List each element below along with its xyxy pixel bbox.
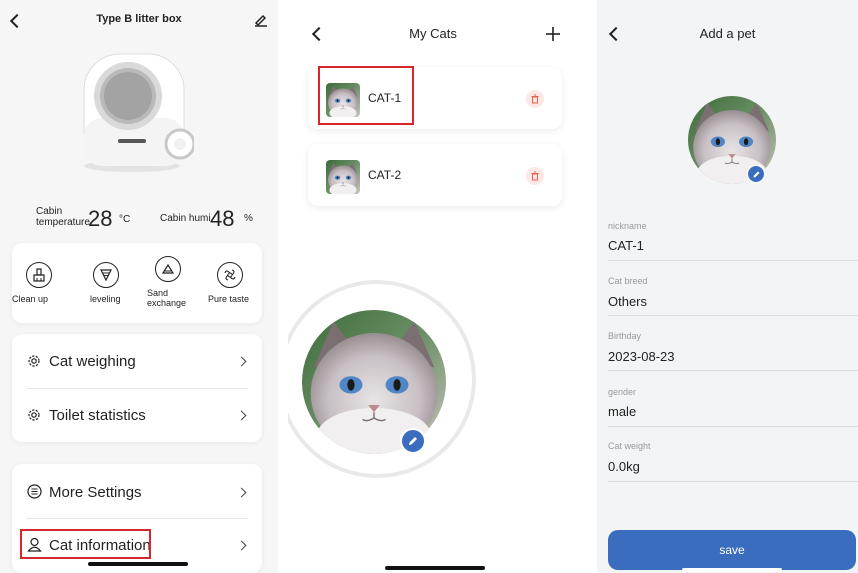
sand-exchange-icon [155, 256, 181, 282]
cat-weighing-row[interactable]: Cat weighing [12, 334, 262, 388]
quick-actions-card: Clean up leveling Sand exchange Pure tas… [12, 243, 262, 323]
save-button[interactable]: save [608, 530, 856, 570]
chevron-right-icon [236, 356, 247, 367]
my-cats-screen: My Cats CAT-1 CAT-2 [288, 0, 578, 573]
toilet-statistics-label: Toilet statistics [49, 407, 146, 424]
cat-weight-label: Cat weight [608, 441, 651, 451]
cat-breed-label: Cat breed [608, 276, 648, 286]
gender-field[interactable]: male [608, 404, 636, 419]
trash-icon [531, 171, 539, 181]
add-pet-screen: Add a pet nickname CAT-1 Cat breed Other… [597, 0, 858, 573]
highlight-box [318, 66, 414, 125]
device-screen: Type B litter box Cabin temperature 28 °… [0, 0, 278, 573]
edit-icon[interactable] [254, 13, 268, 27]
cat-weight-field[interactable]: 0.0kg [608, 459, 640, 474]
delete-button[interactable] [526, 90, 544, 108]
cat-breed-field[interactable]: Others [608, 294, 647, 309]
nickname-label: nickname [608, 221, 647, 231]
divider [608, 426, 858, 427]
pencil-icon [409, 437, 417, 445]
humidity-value: 48 [210, 206, 235, 231]
list-icon [27, 484, 42, 499]
edit-avatar-button[interactable] [400, 428, 426, 454]
more-settings-row[interactable]: More Settings [12, 464, 262, 518]
toilet-statistics-row[interactable]: Toilet statistics [12, 388, 262, 442]
sand-exchange-label: Sand exchange [147, 288, 187, 308]
pet-form: nickname CAT-1 Cat breed Others Birthday… [597, 212, 858, 502]
broom-icon [26, 262, 52, 288]
cat-weighing-label: Cat weighing [49, 353, 136, 370]
pure-taste-label: Pure taste [208, 294, 250, 304]
home-indicator [88, 562, 188, 566]
leveling-label: leveling [90, 294, 121, 304]
home-indicator [385, 566, 485, 570]
trash-icon [531, 94, 539, 104]
cat-list-item[interactable]: CAT-2 [308, 144, 562, 206]
pencil-icon [753, 171, 759, 177]
cat-avatar [326, 160, 360, 194]
divider [608, 260, 858, 261]
chevron-right-icon [236, 487, 247, 498]
stats-menu-card: Cat weighing Toilet statistics [12, 334, 262, 442]
temperature-value: 28 [88, 206, 113, 231]
temperature-label: Cabin temperature [36, 206, 90, 228]
add-icon[interactable] [545, 26, 561, 42]
more-settings-label: More Settings [49, 484, 142, 501]
page-title: Add a pet [699, 26, 756, 41]
divider [608, 481, 858, 482]
delete-button[interactable] [526, 167, 544, 185]
edit-avatar-button[interactable] [747, 165, 765, 183]
gear-icon [28, 355, 40, 367]
page-title: Type B litter box [96, 13, 182, 25]
chevron-right-icon [236, 410, 247, 421]
gear-icon [28, 409, 40, 421]
highlight-box [20, 529, 151, 559]
cat-avatar-large[interactable] [302, 310, 446, 454]
humidity-unit: % [244, 213, 253, 224]
divider [608, 370, 858, 371]
nickname-field[interactable]: CAT-1 [608, 238, 644, 253]
home-indicator [682, 568, 782, 572]
page-title: My Cats [409, 26, 457, 41]
humidity-label: Cabin humi [160, 213, 211, 224]
cat-name: CAT-2 [368, 168, 402, 182]
clean-up-label: Clean up [12, 294, 49, 304]
temperature-unit: °C [119, 214, 131, 225]
chevron-right-icon [236, 540, 247, 551]
leveling-icon [93, 262, 119, 288]
gender-label: gender [608, 387, 637, 397]
pure-taste-icon [217, 262, 243, 288]
litter-box-image [83, 53, 194, 172]
birthday-label: Birthday [608, 331, 642, 341]
divider [608, 315, 858, 316]
birthday-field[interactable]: 2023-08-23 [608, 349, 675, 364]
